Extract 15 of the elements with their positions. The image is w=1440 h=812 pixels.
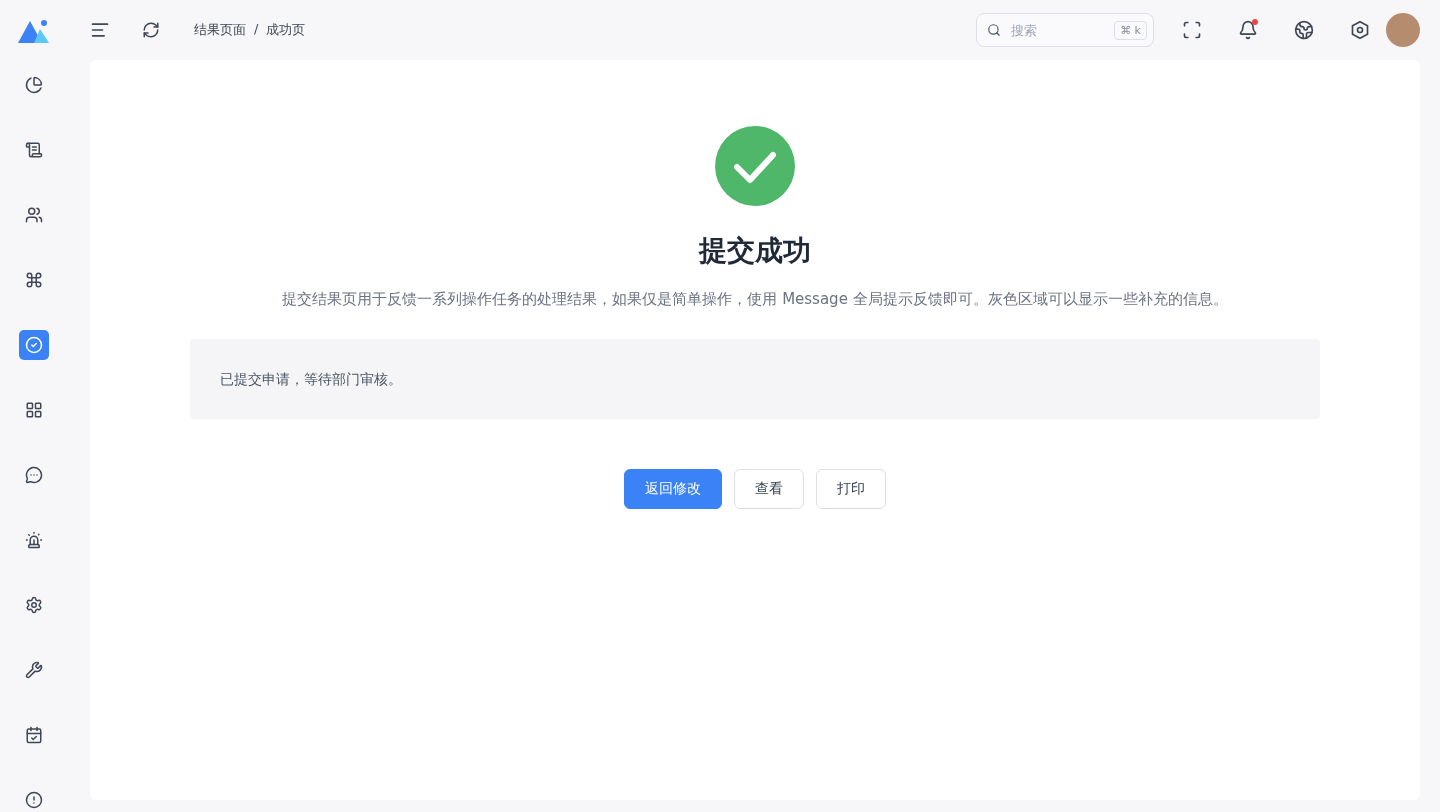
search-icon — [987, 23, 1001, 37]
logo-icon[interactable] — [18, 17, 50, 43]
result-description: 提交结果页用于反馈一系列操作任务的处理结果，如果仅是简单操作，使用 Message 全局提示反馈即可。灰色区域可以显示一些补充的信息。 — [282, 290, 1228, 309]
breadcrumb-separator: / — [254, 21, 259, 38]
info-text: 已提交申请，等待部门审核。 — [220, 371, 402, 387]
action-button[interactable]: 打印 — [816, 469, 886, 509]
result-title: 提交成功 — [699, 233, 811, 269]
action-button[interactable]: 返回修改 — [624, 469, 722, 509]
search-field[interactable]: 搜索 — [1009, 21, 1107, 39]
shortcut-hint: ⌘ k — [1114, 20, 1147, 40]
breadcrumb-item[interactable]: 结果页面 — [194, 21, 246, 39]
avatar[interactable] — [1386, 13, 1420, 47]
breadcrumb-item[interactable]: 成功页 — [266, 21, 306, 39]
action-button[interactable]: 查看 — [734, 469, 804, 509]
success-check-icon — [715, 126, 795, 206]
